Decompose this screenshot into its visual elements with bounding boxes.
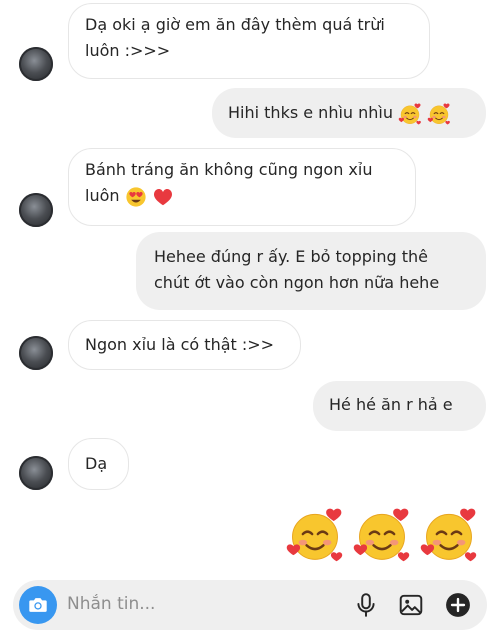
gallery-icon[interactable] — [398, 592, 424, 618]
message-text: Dạ — [85, 454, 108, 473]
message-text: Hehee đúng r ấy. E bỏ topping thê chút ớ… — [154, 247, 440, 292]
message-text: Dạ oki ạ giờ em ăn đây thèm quá trừi luô… — [85, 15, 385, 60]
camera-button[interactable] — [19, 586, 57, 624]
microphone-icon[interactable] — [353, 592, 379, 618]
message-incoming[interactable]: Dạ oki ạ giờ em ăn đây thèm quá trừi luô… — [68, 3, 430, 79]
avatar[interactable] — [19, 47, 53, 81]
message-outgoing[interactable]: Hehee đúng r ấy. E bỏ topping thê chút ớ… — [136, 232, 486, 310]
message-composer: Nhắn tin... — [13, 580, 487, 630]
smiling-face-with-hearts-icon — [398, 102, 422, 126]
message-text: Hé hé ăn r hả e — [329, 395, 453, 414]
red-heart-icon — [152, 186, 174, 208]
camera-icon — [29, 598, 47, 612]
message-outgoing[interactable]: Hé hé ăn r hả e — [313, 381, 486, 431]
message-text: Hihi thks e nhìu nhìu — [228, 103, 393, 122]
avatar[interactable] — [19, 336, 53, 370]
message-text: Ngon xỉu là có thật :>> — [85, 335, 275, 354]
plus-icon[interactable] — [445, 592, 471, 618]
message-input[interactable]: Nhắn tin... — [67, 594, 155, 614]
heart-eyes-face-icon — [125, 186, 147, 208]
smiling-face-with-hearts-icon[interactable] — [352, 505, 412, 565]
message-incoming[interactable]: Dạ — [68, 438, 129, 490]
avatar[interactable] — [19, 456, 53, 490]
smiling-face-with-hearts-icon — [427, 102, 451, 126]
smiling-face-with-hearts-icon[interactable] — [419, 505, 479, 565]
message-incoming[interactable]: Bánh tráng ăn không cũng ngon xỉu luôn — [68, 148, 416, 226]
message-thread: Dạ oki ạ giờ em ăn đây thèm quá trừi luô… — [0, 0, 496, 580]
smiling-face-with-hearts-icon[interactable] — [285, 505, 345, 565]
message-incoming[interactable]: Ngon xỉu là có thật :>> — [68, 320, 301, 370]
message-outgoing[interactable]: Hihi thks e nhìu nhìu — [212, 88, 486, 138]
avatar[interactable] — [19, 193, 53, 227]
